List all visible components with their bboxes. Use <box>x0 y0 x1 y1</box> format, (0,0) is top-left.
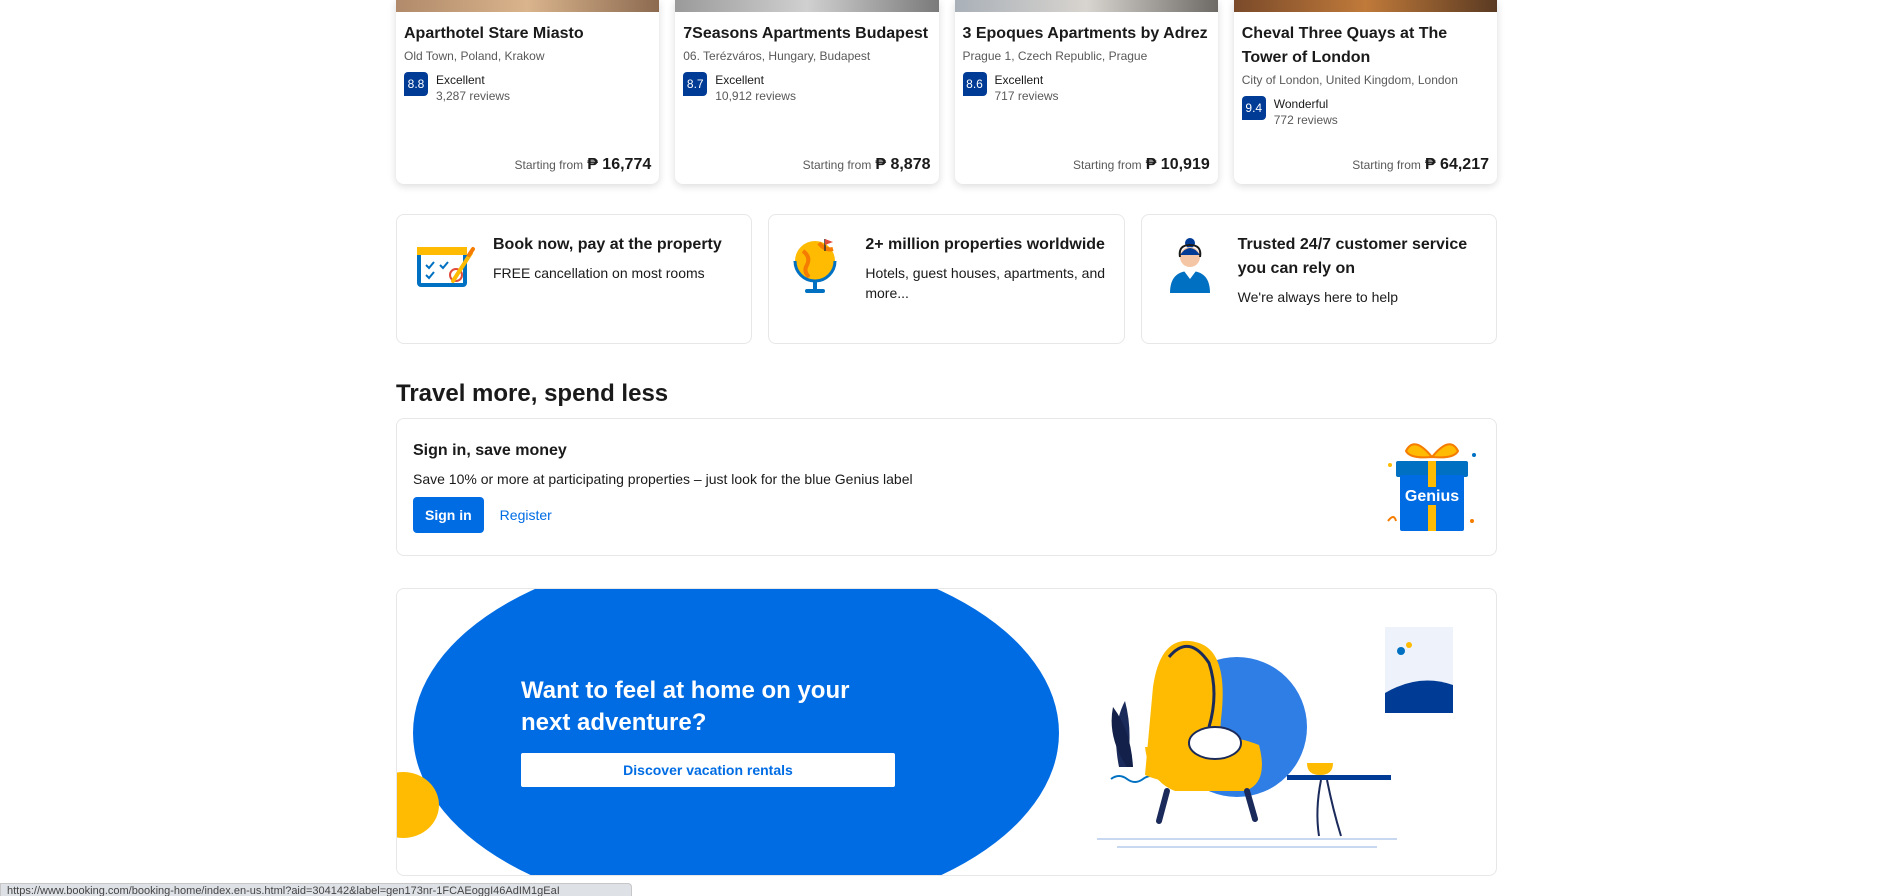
genius-actions: Sign in Register <box>413 497 1480 533</box>
genius-banner: Sign in, save money Save 10% or more at … <box>396 418 1497 556</box>
rating-word: Excellent <box>994 73 1044 87</box>
review-score-badge: 8.8 <box>404 72 428 96</box>
review-score-badge: 8.7 <box>683 72 708 96</box>
property-rating: 8.8 Excellent 3,287 reviews <box>404 72 651 104</box>
price-row: Starting from ₱ 64,217 <box>1352 156 1489 174</box>
price-label: Starting from <box>1352 158 1421 172</box>
price-label: Starting from <box>514 158 584 172</box>
feature-book-now: Book now, pay at the property FREE cance… <box>396 214 753 344</box>
rating-word: Wonderful <box>1273 97 1329 111</box>
vacation-title: Want to feel at home on your next advent… <box>521 677 850 736</box>
register-button[interactable]: Register <box>492 497 560 533</box>
genius-gift-icon: Genius <box>1387 443 1476 531</box>
property-location: 06. Terézváros, Hungary, Budapest <box>683 49 871 63</box>
property-rating: 8.7 Excellent 10,912 reviews <box>683 72 930 104</box>
rating-word: Excellent <box>436 73 485 87</box>
feature-desc: We're always here to help <box>1237 289 1399 305</box>
feature-support: Trusted 24/7 customer service you can re… <box>1140 214 1497 344</box>
sign-in-button[interactable]: Sign in <box>413 497 484 533</box>
property-card[interactable]: 7Seasons Apartments Budapest 06. Terézvá… <box>675 0 939 184</box>
rating-word: Excellent <box>715 73 764 87</box>
property-name[interactable]: Aparthotel Stare Miasto <box>404 22 651 46</box>
property-location: City of London, United Kingdom, London <box>1241 73 1458 87</box>
price-row: Starting from ₱ 8,878 <box>803 156 931 174</box>
price-value: ₱ 64,217 <box>1424 156 1489 173</box>
price-value: ₱ 10,919 <box>1145 156 1210 173</box>
review-score-badge: 8.6 <box>962 72 987 96</box>
review-count: 772 reviews <box>1273 113 1338 127</box>
feature-desc: FREE cancellation on most rooms <box>493 265 705 281</box>
review-count: 10,912 reviews <box>715 89 796 103</box>
genius-title: Sign in, save money <box>413 442 567 459</box>
price-label: Starting from <box>1072 158 1142 172</box>
price-value: ₱ 16,774 <box>587 156 652 173</box>
discover-vacation-rentals-button[interactable]: Discover vacation rentals <box>521 753 895 787</box>
property-card[interactable]: Aparthotel Stare Miasto Old Town, Poland… <box>396 0 660 184</box>
review-score-badge: 9.4 <box>1241 96 1266 120</box>
review-count: 3,287 reviews <box>436 89 511 103</box>
browser-status-url: https://www.booking.com/booking-home/ind… <box>0 883 632 896</box>
price-label: Starting from <box>802 158 872 172</box>
review-count: 717 reviews <box>994 89 1059 103</box>
features-row: Book now, pay at the property FREE cance… <box>396 214 1497 344</box>
property-name[interactable]: 7Seasons Apartments Budapest <box>683 22 930 46</box>
vacation-content: Want to feel at home on your next advent… <box>521 675 901 787</box>
feature-title: Trusted 24/7 customer service you can re… <box>1237 236 1468 277</box>
globe-icon <box>793 239 837 293</box>
property-card[interactable]: 3 Epoques Apartments by Adrez Prague 1, … <box>954 0 1218 184</box>
property-name[interactable]: 3 Epoques Apartments by Adrez <box>963 22 1210 46</box>
armchair-illustration <box>1097 627 1453 848</box>
genius-description: Save 10% or more at participating proper… <box>413 471 913 487</box>
property-location: Old Town, Poland, Krakow <box>404 49 545 63</box>
property-image[interactable] <box>1233 0 1497 12</box>
property-image[interactable] <box>396 0 660 12</box>
genius-gift-label: Genius <box>1405 488 1459 505</box>
property-rating: 8.6 Excellent 717 reviews <box>962 72 1210 104</box>
section-title: Travel more, spend less <box>396 380 669 407</box>
property-location: Prague 1, Czech Republic, Prague <box>962 49 1148 63</box>
property-name[interactable]: Cheval Three Quays at The Tower of Londo… <box>1242 22 1489 70</box>
price-row: Starting from ₱ 10,919 <box>1073 156 1210 174</box>
property-image[interactable] <box>954 0 1218 12</box>
calendar-icon <box>417 247 475 287</box>
feature-desc: Hotels, guest houses, apartments, and mo… <box>865 265 1106 301</box>
property-card[interactable]: Cheval Three Quays at The Tower of Londo… <box>1233 0 1497 184</box>
property-image[interactable] <box>675 0 939 12</box>
price-row: Starting from ₱ 16,774 <box>514 156 651 174</box>
feature-properties: 2+ million properties worldwide Hotels, … <box>768 214 1125 344</box>
property-rating: 9.4 Wonderful 772 reviews <box>1241 96 1489 128</box>
price-value: ₱ 8,878 <box>875 156 931 173</box>
support-agent-icon <box>1169 238 1210 293</box>
feature-title: 2+ million properties worldwide <box>865 236 1105 253</box>
vacation-rentals-banner: Want to feel at home on your next advent… <box>396 588 1497 876</box>
property-cards-row: Aparthotel Stare Miasto Old Town, Poland… <box>396 0 1497 184</box>
feature-title: Book now, pay at the property <box>493 236 722 253</box>
